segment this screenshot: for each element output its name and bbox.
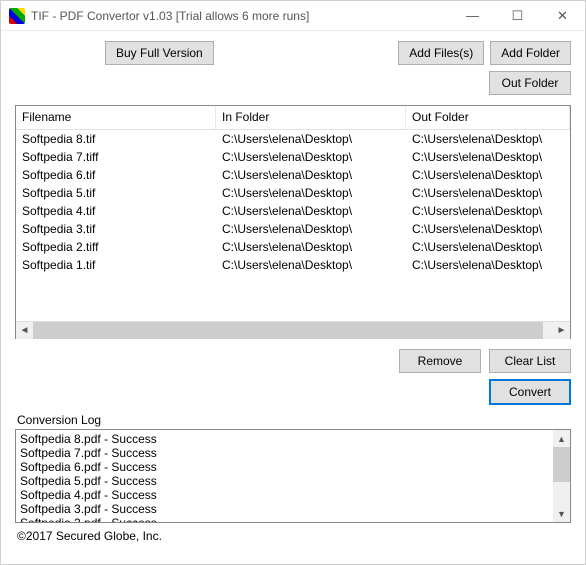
cell-in-folder: C:\Users\elena\Desktop\	[216, 220, 406, 238]
clear-list-button[interactable]: Clear List	[489, 349, 571, 373]
cell-out-folder: C:\Users\elena\Desktop\	[406, 148, 570, 166]
cell-filename: Softpedia 5.tif	[16, 184, 216, 202]
table-row[interactable]: Softpedia 6.tifC:\Users\elena\Desktop\C:…	[16, 166, 570, 184]
cell-in-folder: C:\Users\elena\Desktop\	[216, 202, 406, 220]
scroll-track[interactable]	[33, 322, 553, 339]
cell-out-folder: C:\Users\elena\Desktop\	[406, 184, 570, 202]
file-list-body: Softpedia 8.tifC:\Users\elena\Desktop\C:…	[16, 130, 570, 321]
minimize-icon: —	[466, 8, 479, 23]
table-row[interactable]: Softpedia 7.tiffC:\Users\elena\Desktop\C…	[16, 148, 570, 166]
log-content: Softpedia 8.pdf - SuccessSoftpedia 7.pdf…	[20, 432, 566, 523]
add-files-button[interactable]: Add Files(s)	[398, 41, 484, 65]
convert-button[interactable]: Convert	[489, 379, 571, 405]
log-entry: Softpedia 5.pdf - Success	[20, 474, 566, 488]
table-row[interactable]: Softpedia 5.tifC:\Users\elena\Desktop\C:…	[16, 184, 570, 202]
header-filename[interactable]: Filename	[16, 106, 216, 129]
cell-in-folder: C:\Users\elena\Desktop\	[216, 256, 406, 274]
conversion-log-label: Conversion Log	[15, 413, 571, 427]
table-row[interactable]: Softpedia 8.tifC:\Users\elena\Desktop\C:…	[16, 130, 570, 148]
remove-button[interactable]: Remove	[399, 349, 481, 373]
app-icon	[9, 8, 25, 24]
scroll-down-icon[interactable]: ▼	[553, 505, 570, 522]
out-folder-button[interactable]: Out Folder	[489, 71, 571, 95]
cell-out-folder: C:\Users\elena\Desktop\	[406, 220, 570, 238]
log-entry: Softpedia 6.pdf - Success	[20, 460, 566, 474]
cell-in-folder: C:\Users\elena\Desktop\	[216, 238, 406, 256]
conversion-log[interactable]: Softpedia 8.pdf - SuccessSoftpedia 7.pdf…	[15, 429, 571, 523]
file-list[interactable]: Filename In Folder Out Folder Softpedia …	[15, 105, 571, 339]
maximize-button[interactable]: ☐	[495, 1, 540, 31]
scroll-right-icon[interactable]: ►	[553, 322, 570, 339]
header-in-folder[interactable]: In Folder	[216, 106, 406, 129]
cell-out-folder: C:\Users\elena\Desktop\	[406, 130, 570, 148]
cell-out-folder: C:\Users\elena\Desktop\	[406, 256, 570, 274]
window-title: TIF - PDF Convertor v1.03 [Trial allows …	[31, 9, 450, 23]
scroll-thumb-vertical[interactable]	[553, 447, 570, 482]
table-row[interactable]: Softpedia 4.tifC:\Users\elena\Desktop\C:…	[16, 202, 570, 220]
file-list-header: Filename In Folder Out Folder	[16, 106, 570, 130]
cell-out-folder: C:\Users\elena\Desktop\	[406, 238, 570, 256]
cell-filename: Softpedia 3.tif	[16, 220, 216, 238]
table-row[interactable]: Softpedia 1.tifC:\Users\elena\Desktop\C:…	[16, 256, 570, 274]
cell-in-folder: C:\Users\elena\Desktop\	[216, 130, 406, 148]
action-row: Remove Clear List	[15, 349, 571, 373]
convert-row: Convert	[15, 379, 571, 405]
cell-in-folder: C:\Users\elena\Desktop\	[216, 166, 406, 184]
cell-filename: Softpedia 6.tif	[16, 166, 216, 184]
table-row[interactable]: Softpedia 3.tifC:\Users\elena\Desktop\C:…	[16, 220, 570, 238]
header-out-folder[interactable]: Out Folder	[406, 106, 570, 129]
cell-in-folder: C:\Users\elena\Desktop\	[216, 184, 406, 202]
cell-out-folder: C:\Users\elena\Desktop\	[406, 166, 570, 184]
buy-full-version-button[interactable]: Buy Full Version	[105, 41, 214, 65]
cell-filename: Softpedia 1.tif	[16, 256, 216, 274]
close-button[interactable]: ✕	[540, 1, 585, 31]
log-entry: Softpedia 2.pdf - Success	[20, 516, 566, 523]
cell-filename: Softpedia 7.tiff	[16, 148, 216, 166]
scroll-thumb[interactable]	[33, 322, 543, 339]
window-controls: — ☐ ✕	[450, 1, 585, 31]
vertical-scrollbar[interactable]: ▲ ▼	[553, 430, 570, 522]
cell-out-folder: C:\Users\elena\Desktop\	[406, 202, 570, 220]
copyright-label: ©2017 Secured Globe, Inc.	[15, 529, 571, 543]
close-icon: ✕	[557, 8, 568, 24]
horizontal-scrollbar[interactable]: ◄ ►	[16, 321, 570, 338]
log-entry: Softpedia 3.pdf - Success	[20, 502, 566, 516]
log-entry: Softpedia 7.pdf - Success	[20, 446, 566, 460]
toolbar-row-2: Out Folder	[15, 71, 571, 95]
toolbar-row-1: Buy Full Version Add Files(s) Add Folder	[15, 41, 571, 65]
add-folder-button[interactable]: Add Folder	[490, 41, 571, 65]
scroll-up-icon[interactable]: ▲	[553, 430, 570, 447]
log-entry: Softpedia 4.pdf - Success	[20, 488, 566, 502]
titlebar: TIF - PDF Convertor v1.03 [Trial allows …	[1, 1, 585, 31]
cell-filename: Softpedia 2.tiff	[16, 238, 216, 256]
log-entry: Softpedia 8.pdf - Success	[20, 432, 566, 446]
table-row[interactable]: Softpedia 2.tiffC:\Users\elena\Desktop\C…	[16, 238, 570, 256]
cell-in-folder: C:\Users\elena\Desktop\	[216, 148, 406, 166]
cell-filename: Softpedia 8.tif	[16, 130, 216, 148]
scroll-left-icon[interactable]: ◄	[16, 322, 33, 339]
maximize-icon: ☐	[512, 8, 524, 24]
cell-filename: Softpedia 4.tif	[16, 202, 216, 220]
minimize-button[interactable]: —	[450, 1, 495, 31]
